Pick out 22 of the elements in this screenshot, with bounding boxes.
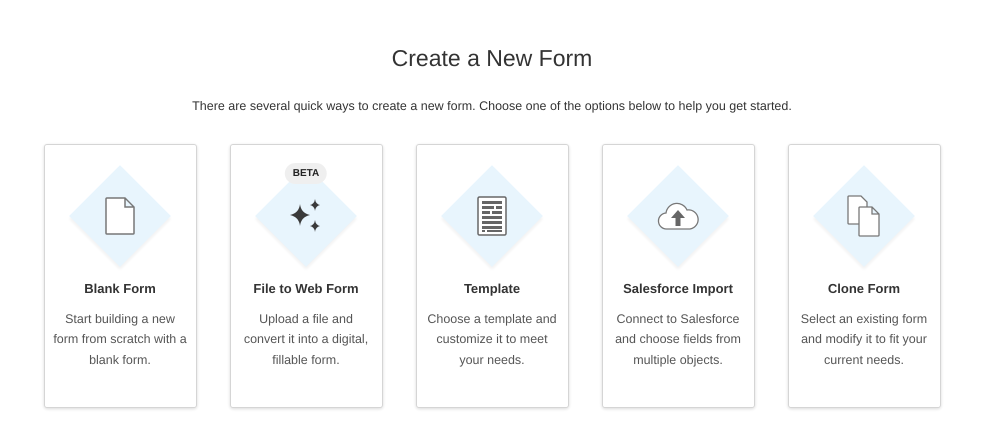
page-subtitle: There are several quick ways to create a new form. Choose one of the options below to help you get started. [192,98,792,115]
document-icon [105,197,135,236]
option-description: Select an existing form and modify it to fit your current needs. [800,310,928,369]
documents-icon [847,195,881,238]
option-description: Upload a file and convert it into a digital, fillable form. [242,310,370,369]
option-card[interactable]: Template Choose a template and customize it to meet your needs. [416,144,568,408]
template-icon [477,196,507,236]
option-description: Choose a template and customize it to meet your needs. [426,310,558,369]
option-title: Salesforce Import [623,280,733,298]
cloud-upload-icon [657,202,699,230]
option-title: Clone Form [828,280,900,298]
option-card[interactable]: Blank Form Start building a new form from scratch with a blank form. [44,144,196,408]
option-card[interactable]: Salesforce Import Connect to Salesforce and choose fields from multiple objects. [602,144,754,408]
option-title: Template [464,280,520,298]
beta-badge: BETA [284,163,328,184]
option-card[interactable]: Clone Form Select an existing form and modify it to fit your current needs. [788,144,940,408]
option-title: File to Web Form [253,280,359,298]
page-title: Create a New Form [392,44,592,73]
option-title: Blank Form [84,280,156,298]
option-card[interactable]: BETA File to Web Form Upload a file and convert it into a digital, fillable form. [230,144,382,408]
option-description: Start building a new form from scratch with a blank form. [52,310,188,369]
option-description: Connect to Salesforce and choose fields from multiple objects. [614,310,742,369]
